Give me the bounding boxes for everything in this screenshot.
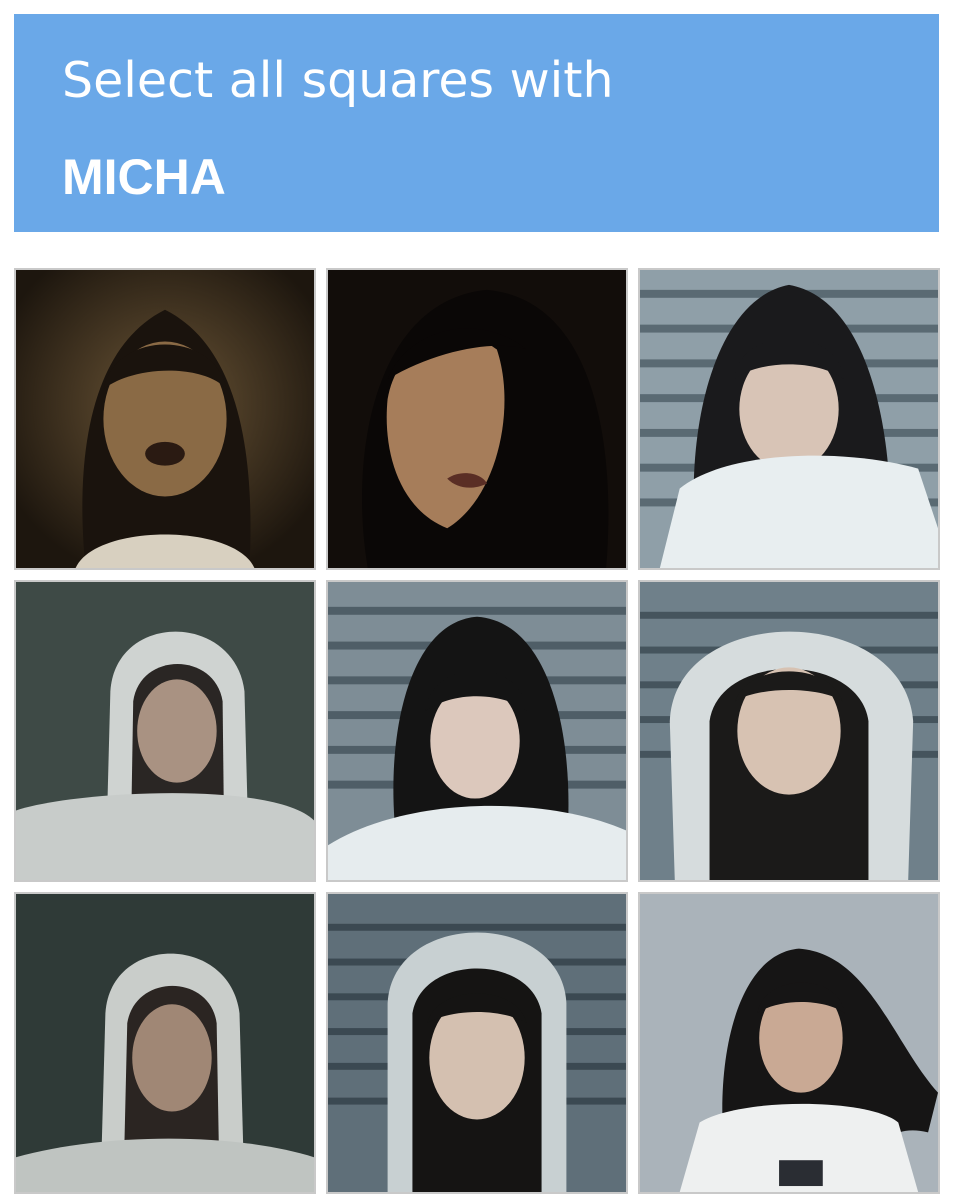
portrait-photo (16, 582, 314, 880)
portrait-photo (328, 270, 626, 568)
portrait-photo (16, 270, 314, 568)
captcha-image-grid (14, 268, 940, 1194)
captcha-tile-8[interactable] (326, 892, 628, 1194)
captcha-tile-1[interactable] (14, 268, 316, 570)
captcha-tile-9[interactable] (638, 892, 940, 1194)
captcha-tile-6[interactable] (638, 580, 940, 882)
captcha-tile-4[interactable] (14, 580, 316, 882)
captcha-tile-2[interactable] (326, 268, 628, 570)
captcha-tile-7[interactable] (14, 892, 316, 1194)
portrait-photo (328, 894, 626, 1192)
portrait-photo (640, 270, 938, 568)
portrait-photo (328, 582, 626, 880)
captcha-instruction: Select all squares with (62, 52, 614, 109)
captcha-tile-5[interactable] (326, 580, 628, 882)
portrait-photo (640, 582, 938, 880)
captcha-target-label: MICHA (62, 149, 226, 205)
portrait-photo (640, 894, 938, 1192)
captcha-tile-3[interactable] (638, 268, 940, 570)
captcha-header: Select all squares with MICHA (14, 14, 939, 232)
portrait-photo (16, 894, 314, 1192)
